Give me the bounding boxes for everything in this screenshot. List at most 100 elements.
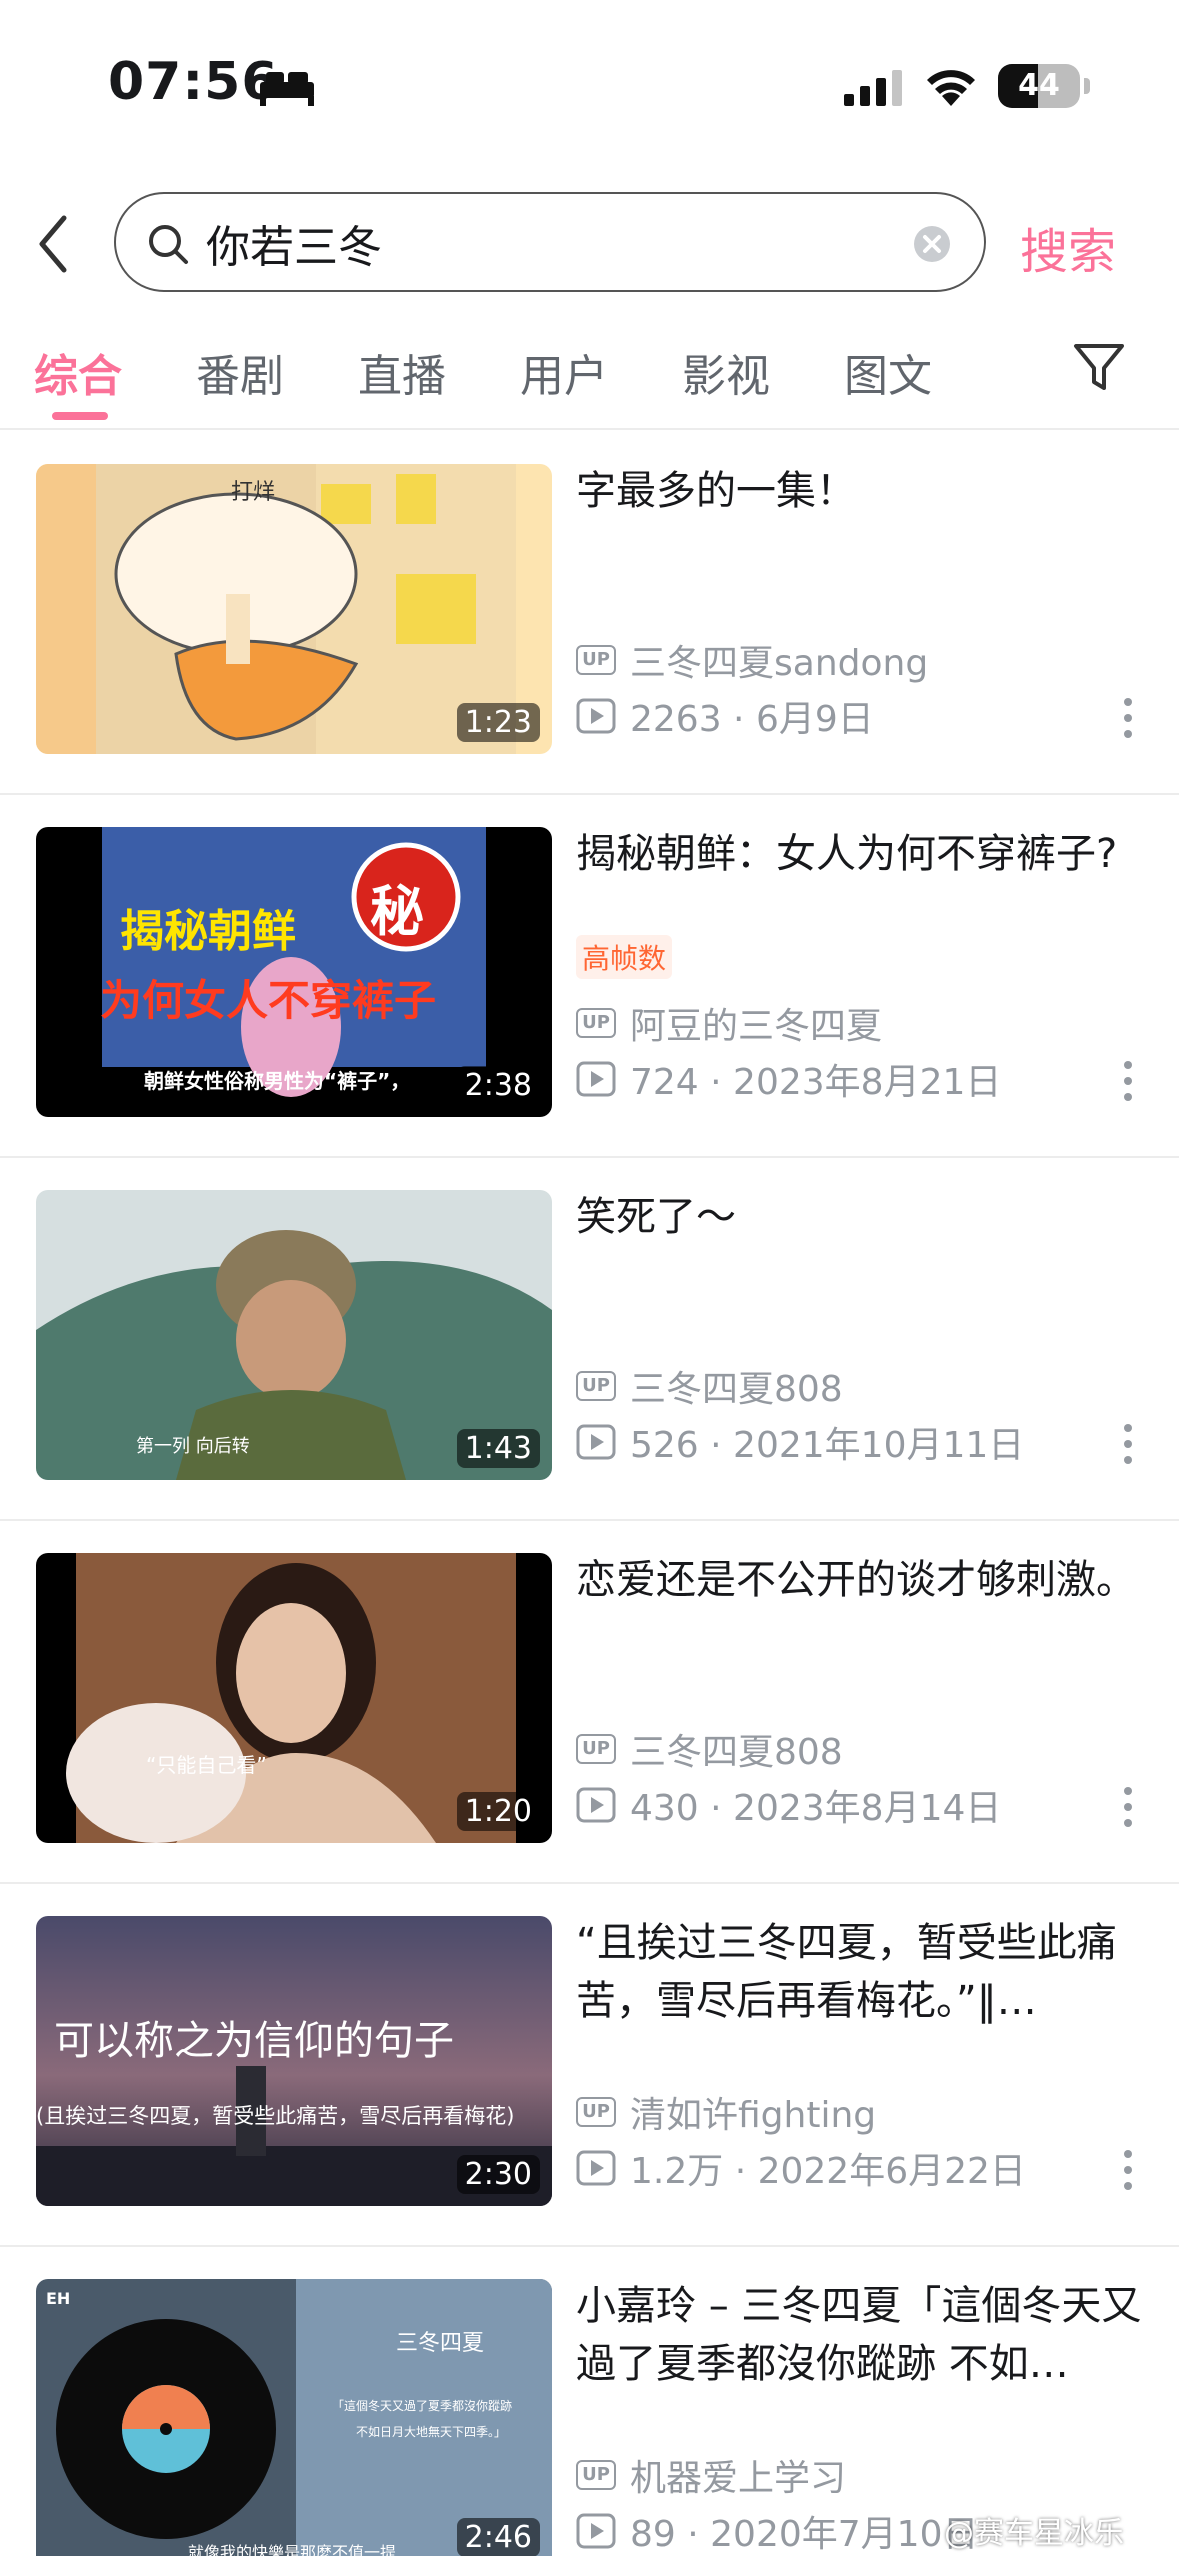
uploader-name: 阿豆的三冬四夏 <box>630 1006 883 1047</box>
uploader-row[interactable]: UP 清如许fighting <box>576 2092 876 2136</box>
sleep-focus-icon <box>260 72 314 106</box>
thumbnail-caption: 朝鲜女性俗称男性为“裤子”， <box>144 1069 411 1093</box>
thumbnail-logo: EH <box>46 2289 71 2308</box>
tab-users[interactable]: 用户 <box>520 340 608 404</box>
video-title[interactable]: 笑死了～ <box>576 1188 1146 1246</box>
more-options-icon[interactable] <box>1120 1057 1136 1105</box>
video-meta-row: 89 · 2020年7月10日 <box>576 2511 978 2555</box>
play-count-and-date: 724 · 2023年8月21日 <box>630 1062 1002 1103</box>
video-thumbnail[interactable]: 揭秘朝鲜 秘 为何女人不穿裤子 朝鲜女性俗称男性为“裤子”， 2:38 <box>36 827 552 1117</box>
thumbnail-secret-badge: 秘 <box>370 880 424 943</box>
thumbnail-caption: (且挨过三冬四夏，暂受些此痛苦，雪尽后再看梅花) <box>36 2104 515 2128</box>
video-title[interactable]: 恋爱还是不公开的谈才够刺激。 <box>576 1551 1146 1609</box>
play-count-and-date: 89 · 2020年7月10日 <box>630 2514 979 2555</box>
video-card[interactable]: 揭秘朝鲜 秘 为何女人不穿裤子 朝鲜女性俗称男性为“裤子”， 2:38 揭秘朝鲜… <box>0 795 1179 1158</box>
battery-icon: 44 <box>998 64 1080 108</box>
video-thumbnail[interactable]: 第一列 向后转 1:43 <box>36 1190 552 1480</box>
active-tab-indicator <box>52 412 108 420</box>
uploader-name: 三冬四夏808 <box>630 1732 843 1773</box>
status-time: 07:56 <box>108 52 279 112</box>
video-duration: 2:38 <box>456 1066 540 1105</box>
video-meta-row: 2263 · 6月9日 <box>576 696 874 740</box>
tab-bangumi[interactable]: 番剧 <box>196 340 284 404</box>
uploader-up-icon: UP <box>576 1734 616 1764</box>
video-thumbnail[interactable]: EH 三冬四夏 「這個冬天又過了夏季都沒你蹤跡 不如日月大地無天下四季。」 就像… <box>36 2279 552 2556</box>
uploader-name: 机器爱上学习 <box>630 2458 847 2499</box>
video-duration: 2:30 <box>456 2155 540 2194</box>
video-meta-row: 526 · 2021年10月11日 <box>576 1422 1024 1466</box>
video-duration: 1:20 <box>456 1792 540 1831</box>
uploader-name: 三冬四夏sandong <box>630 643 929 684</box>
play-count-icon <box>576 1424 616 1460</box>
thumbnail-subheadline: 为何女人不穿裤子 <box>100 976 437 1025</box>
uploader-name: 三冬四夏808 <box>630 1369 843 1410</box>
video-title[interactable]: 字最多的一集！ <box>576 462 1146 520</box>
filter-icon[interactable] <box>1072 342 1126 394</box>
uploader-up-icon: UP <box>576 1371 616 1401</box>
play-count-icon <box>576 2513 616 2549</box>
play-count-and-date: 2263 · 6月9日 <box>630 699 874 740</box>
uploader-row[interactable]: UP 三冬四夏808 <box>576 1366 843 1410</box>
more-options-icon[interactable] <box>1120 1783 1136 1831</box>
video-duration: 2:46 <box>456 2518 540 2556</box>
video-duration: 1:43 <box>456 1429 540 1468</box>
uploader-up-icon: UP <box>576 2460 616 2490</box>
video-meta-row: 1.2万 · 2022年6月22日 <box>576 2148 1026 2192</box>
video-card[interactable]: 第一列 向后转 1:43 笑死了～ UP 三冬四夏808 526 · 2021年… <box>0 1158 1179 1521</box>
video-duration: 1:23 <box>456 703 540 742</box>
uploader-up-icon: UP <box>576 645 616 675</box>
search-icon <box>149 225 188 264</box>
search-button[interactable]: 搜索 <box>1020 212 1116 282</box>
thumbnail-headline: 揭秘朝鲜 <box>120 906 296 957</box>
thumbnail-caption: 第一列 向后转 <box>136 1436 250 1457</box>
play-count-icon <box>576 2150 616 2186</box>
play-count-and-date: 1.2万 · 2022年6月22日 <box>630 2151 1026 2192</box>
tab-articles[interactable]: 图文 <box>844 340 932 404</box>
video-thumbnail[interactable]: “只能自己看” 1:20 <box>36 1553 552 1843</box>
video-title[interactable]: “且挨过三冬四夏，暂受些此痛苦，雪尽后再看梅花。”‖… <box>576 1914 1146 2030</box>
more-options-icon[interactable] <box>1120 2146 1136 2194</box>
video-thumbnail[interactable]: 可以称之为信仰的句子 (且挨过三冬四夏，暂受些此痛苦，雪尽后再看梅花) 2:30 <box>36 1916 552 2206</box>
thumbnail-caption: “只能自己看” <box>146 1753 267 1777</box>
video-card[interactable]: 可以称之为信仰的句子 (且挨过三冬四夏，暂受些此痛苦，雪尽后再看梅花) 2:30… <box>0 1884 1179 2247</box>
play-count-icon <box>576 1787 616 1823</box>
thumbnail-text: 打烊 <box>231 480 276 505</box>
more-options-icon[interactable] <box>1120 694 1136 742</box>
uploader-row[interactable]: UP 三冬四夏sandong <box>576 640 928 684</box>
wifi-icon <box>927 70 975 106</box>
uploader-row[interactable]: UP 三冬四夏808 <box>576 1729 843 1773</box>
uploader-name: 清如许fighting <box>630 2095 877 2136</box>
play-count-icon <box>576 1061 616 1097</box>
video-thumbnail[interactable]: 打烊 1:23 <box>36 464 552 754</box>
video-card[interactable]: “只能自己看” 1:20 恋爱还是不公开的谈才够刺激。 UP 三冬四夏808 4… <box>0 1521 1179 1884</box>
status-bar: 07:56 44 <box>0 0 1179 170</box>
thumbnail-lyric-line: 「這個冬天又過了夏季都沒你蹤跡 <box>332 2399 513 2413</box>
tab-film-tv[interactable]: 影视 <box>682 340 770 404</box>
tab-live[interactable]: 直播 <box>358 340 446 404</box>
uploader-row[interactable]: UP 机器爱上学习 <box>576 2455 846 2499</box>
clear-icon[interactable] <box>912 224 952 264</box>
cellular-signal-icon <box>844 70 902 106</box>
video-meta-row: 724 · 2023年8月21日 <box>576 1059 1001 1103</box>
video-card[interactable]: 打烊 1:23 字最多的一集！ UP 三冬四夏sandong 2263 · 6月… <box>0 432 1179 795</box>
uploader-up-icon: UP <box>576 1008 616 1038</box>
watermark-text: @赛车星冰乐 <box>944 2516 1124 2551</box>
thumbnail-headline: 可以称之为信仰的句子 <box>54 2018 454 2064</box>
tab-comprehensive[interactable]: 综合 <box>34 340 122 404</box>
more-options-icon[interactable] <box>1120 1420 1136 1468</box>
thumbnail-lyric-line: 不如日月大地無天下四季。」 <box>356 2425 507 2439</box>
category-tabs: 综合 番剧 直播 用户 影视 图文 <box>0 320 1179 430</box>
video-meta-row: 430 · 2023年8月14日 <box>576 1785 1001 1829</box>
search-input[interactable] <box>206 214 846 272</box>
back-arrow-icon[interactable] <box>34 212 74 276</box>
search-box[interactable] <box>114 192 986 292</box>
battery-level: 44 <box>1018 68 1060 103</box>
music-thumbnail-image <box>36 2279 552 2556</box>
play-count-and-date: 430 · 2023年8月14日 <box>630 1788 1002 1829</box>
thumbnail-song-title: 三冬四夏 <box>396 2331 485 2356</box>
video-title[interactable]: 小嘉玲 – 三冬四夏「這個冬天又過了夏季都沒你蹤跡 不如… <box>576 2277 1146 2393</box>
video-title[interactable]: 揭秘朝鲜：女人为何不穿裤子? <box>576 825 1146 883</box>
uploader-up-icon: UP <box>576 2097 616 2127</box>
play-count-icon <box>576 698 616 734</box>
uploader-row[interactable]: UP 阿豆的三冬四夏 <box>576 1003 882 1047</box>
